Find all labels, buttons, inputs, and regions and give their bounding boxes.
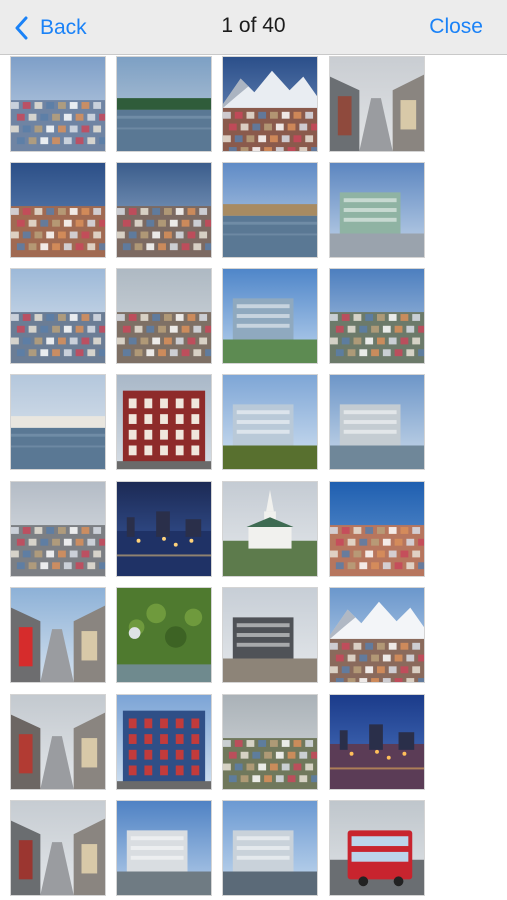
- thumbnail-image: [11, 269, 105, 363]
- photo-thumbnail[interactable]: [116, 374, 212, 470]
- thumbnail-image: [117, 695, 211, 789]
- photo-thumbnail[interactable]: [329, 162, 425, 258]
- photo-thumbnail[interactable]: [116, 587, 212, 683]
- thumbnail-image: [11, 375, 105, 469]
- back-label: Back: [40, 16, 87, 39]
- thumbnail-image: [117, 588, 211, 682]
- photo-thumbnail[interactable]: [116, 162, 212, 258]
- thumbnail-image: [223, 57, 317, 151]
- thumbnail-image: [117, 801, 211, 895]
- photo-thumbnail[interactable]: [222, 694, 318, 790]
- photo-grid: [10, 48, 430, 900]
- photo-thumbnail[interactable]: [116, 694, 212, 790]
- thumbnail-image: [330, 375, 424, 469]
- thumbnail-image: [117, 269, 211, 363]
- thumbnail-image: [117, 482, 211, 576]
- thumbnail-image: [223, 482, 317, 576]
- thumbnail-image: [11, 588, 105, 682]
- thumbnail-image: [223, 163, 317, 257]
- photo-thumbnail[interactable]: [116, 56, 212, 152]
- thumbnail-image: [11, 163, 105, 257]
- navigation-bar: Back 1 of 40 Close: [0, 0, 507, 55]
- photo-thumbnail[interactable]: [10, 374, 106, 470]
- chevron-left-icon: [15, 16, 28, 40]
- photo-thumbnail[interactable]: [116, 268, 212, 364]
- photo-thumbnail[interactable]: [116, 800, 212, 896]
- photo-thumbnail[interactable]: [222, 800, 318, 896]
- photo-thumbnail[interactable]: [222, 587, 318, 683]
- thumbnail-image: [117, 375, 211, 469]
- thumbnail-image: [330, 269, 424, 363]
- thumbnail-image: [223, 801, 317, 895]
- photo-thumbnail[interactable]: [329, 800, 425, 896]
- thumbnail-image: [223, 695, 317, 789]
- photo-thumbnail[interactable]: [10, 587, 106, 683]
- photo-thumbnail[interactable]: [116, 481, 212, 577]
- photo-thumbnail[interactable]: [222, 268, 318, 364]
- photo-thumbnail[interactable]: [329, 268, 425, 364]
- thumbnail-image: [223, 269, 317, 363]
- photo-thumbnail[interactable]: [10, 268, 106, 364]
- thumbnail-image: [117, 163, 211, 257]
- thumbnail-image: [330, 588, 424, 682]
- thumbnail-image: [330, 163, 424, 257]
- thumbnail-image: [11, 801, 105, 895]
- thumbnail-image: [117, 57, 211, 151]
- photo-thumbnail[interactable]: [222, 374, 318, 470]
- photo-thumbnail[interactable]: [222, 481, 318, 577]
- photo-thumbnail[interactable]: [329, 694, 425, 790]
- photo-thumbnail[interactable]: [222, 56, 318, 152]
- thumbnail-image: [330, 801, 424, 895]
- thumbnail-image: [223, 375, 317, 469]
- thumbnail-image: [330, 482, 424, 576]
- back-button[interactable]: Back: [14, 12, 87, 44]
- thumbnail-image: [11, 57, 105, 151]
- photo-thumbnail[interactable]: [10, 800, 106, 896]
- photo-thumbnail[interactable]: [10, 162, 106, 258]
- photo-thumbnail[interactable]: [329, 481, 425, 577]
- thumbnail-image: [330, 57, 424, 151]
- photo-thumbnail[interactable]: [10, 481, 106, 577]
- photo-thumbnail[interactable]: [329, 587, 425, 683]
- photo-thumbnail[interactable]: [329, 56, 425, 152]
- close-button[interactable]: Close: [429, 15, 483, 39]
- thumbnail-image: [11, 695, 105, 789]
- thumbnail-image: [11, 482, 105, 576]
- photo-thumbnail[interactable]: [10, 56, 106, 152]
- photo-thumbnail[interactable]: [10, 694, 106, 790]
- photo-thumbnail[interactable]: [329, 374, 425, 470]
- thumbnail-image: [330, 695, 424, 789]
- thumbnail-image: [223, 588, 317, 682]
- photo-thumbnail[interactable]: [222, 162, 318, 258]
